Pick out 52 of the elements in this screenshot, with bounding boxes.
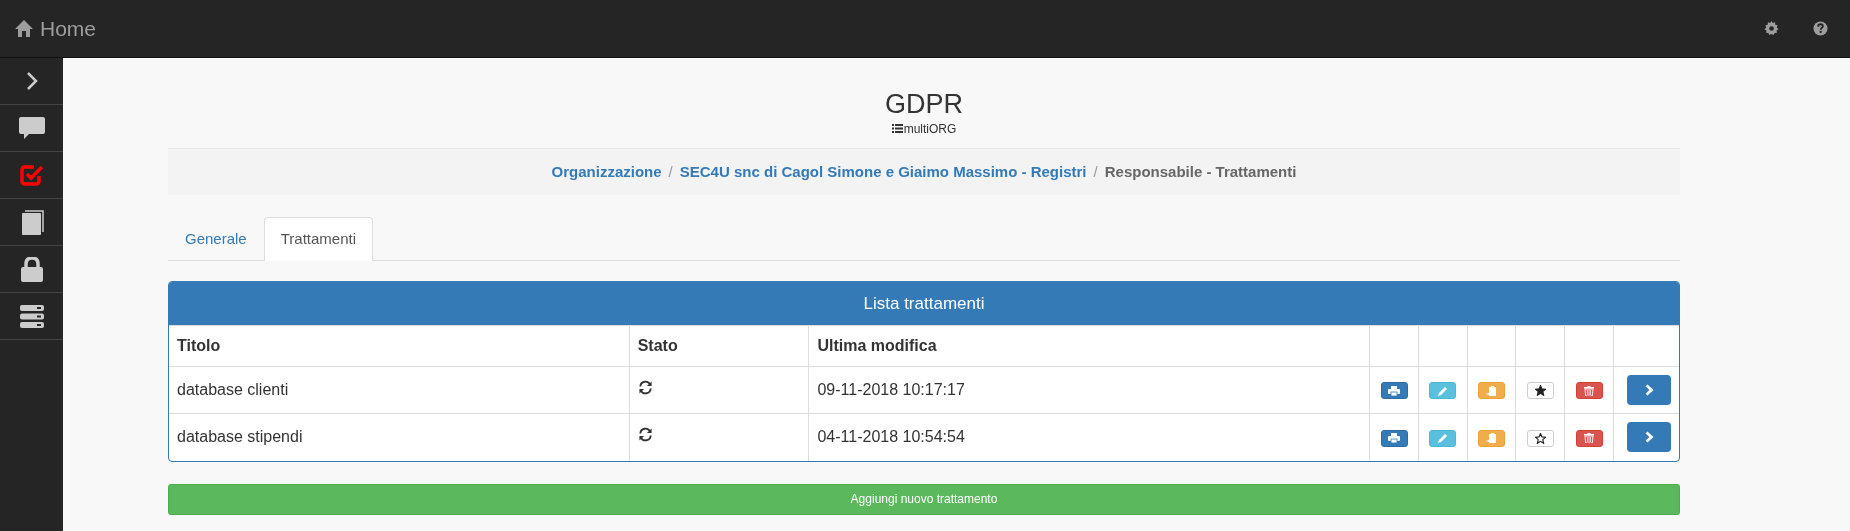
refresh-icon (637, 426, 653, 442)
page-title: GDPR (885, 90, 963, 120)
trash-icon (1583, 433, 1596, 444)
star-icon (1534, 385, 1546, 397)
pencil-icon (1436, 385, 1449, 396)
panel-title: Lista trattamenti (169, 281, 1679, 326)
table-cell: 09-11-2018 10:17:17 (808, 366, 1370, 414)
server-icon (19, 304, 44, 328)
favorite-button[interactable] (1526, 382, 1554, 400)
favorite-button[interactable] (1526, 429, 1554, 447)
list-icon (891, 124, 903, 134)
chevron-right-icon (1644, 384, 1654, 397)
add-button[interactable]: Aggiungi nuovo trattamento (168, 483, 1680, 515)
breadcrumb-link[interactable]: SEC4U snc di Cagol Simone e Giaimo Massimo - Registri (679, 160, 1087, 184)
help-button[interactable] (1813, 21, 1828, 36)
page-subtitle: multiORG (903, 120, 957, 138)
column-header: Titolo (169, 325, 630, 367)
table-cell: database clienti (169, 366, 630, 414)
chevron-right-icon (25, 72, 38, 90)
settings-button[interactable] (1764, 21, 1779, 36)
table-cell: database stipendi (169, 413, 630, 461)
tab[interactable]: Trattamenti (263, 217, 374, 261)
help-icon (1813, 21, 1828, 36)
trash-icon (1583, 385, 1596, 396)
book-icon (19, 209, 44, 235)
home-link[interactable]: Home (14, 12, 97, 45)
tab[interactable]: Generale (168, 217, 264, 261)
print-icon (1388, 433, 1401, 444)
pencil-icon (1436, 433, 1449, 444)
lock-icon (20, 256, 43, 282)
column-header: Ultima modifica (808, 325, 1370, 367)
checkbox-icon (19, 164, 44, 186)
clipboard-icon (1485, 433, 1498, 444)
print-button[interactable] (1380, 382, 1408, 400)
breadcrumb-separator: / (1092, 161, 1099, 182)
delete-button[interactable] (1575, 429, 1603, 447)
chat-icon (18, 116, 45, 140)
chevron-right-icon (1644, 431, 1654, 444)
breadcrumb-current: Responsabile - Trattamenti (1104, 161, 1297, 182)
column-header: Stato (629, 325, 809, 367)
print-button[interactable] (1380, 429, 1408, 447)
open-button[interactable] (1627, 375, 1671, 406)
home-icon (14, 19, 34, 38)
settings-icon (1764, 21, 1779, 36)
clipboard-icon (1485, 385, 1498, 396)
breadcrumb-separator: / (667, 161, 674, 182)
print-icon (1388, 385, 1401, 396)
breadcrumb-link[interactable]: Organizzazione (551, 160, 662, 184)
refresh-icon (637, 379, 653, 395)
open-button[interactable] (1627, 422, 1671, 453)
star-outline-icon (1534, 432, 1546, 444)
delete-button[interactable] (1575, 382, 1603, 400)
